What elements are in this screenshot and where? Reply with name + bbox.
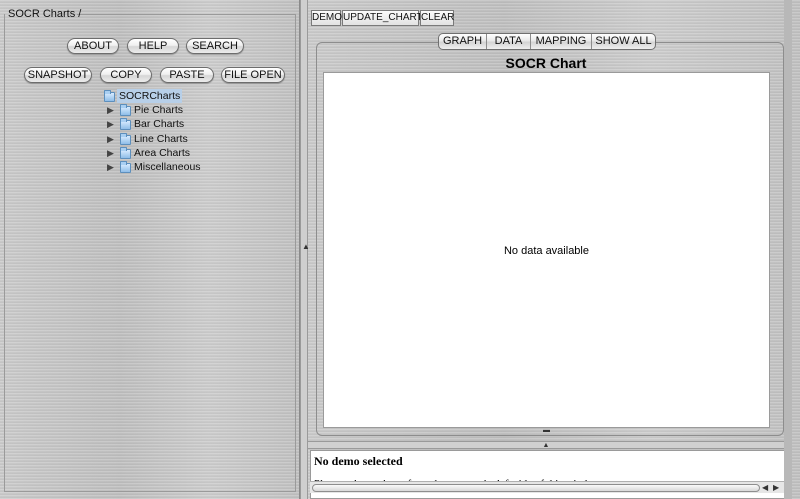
folder-icon: [120, 118, 131, 130]
copy-button[interactable]: COPY: [100, 67, 152, 83]
tree-root-label[interactable]: SOCRCharts: [117, 89, 183, 103]
tree-item-line-charts[interactable]: ▶ Line Charts: [107, 132, 217, 146]
tree-item-label[interactable]: Area Charts: [134, 146, 190, 160]
horizontal-splitter[interactable]: ▲: [308, 441, 784, 449]
left-panel-title: SOCR Charts /: [8, 8, 82, 20]
folder-icon: [104, 90, 115, 102]
left-panel: SOCR Charts / ABOUT HELP SEARCH SNAPSHOT…: [0, 0, 300, 499]
tree-item-miscellaneous[interactable]: ▶ Miscellaneous: [107, 160, 217, 174]
triangle-right-icon[interactable]: ▶: [107, 160, 114, 174]
tree-item-bar-charts[interactable]: ▶ Bar Charts: [107, 117, 217, 131]
tab-data[interactable]: DATA: [487, 34, 531, 49]
info-title: No demo selected: [314, 454, 403, 468]
empty-chart-message: No data available: [503, 245, 589, 257]
snapshot-button[interactable]: SNAPSHOT: [24, 67, 92, 83]
folder-icon: [120, 161, 131, 173]
right-edge-bar: [784, 0, 792, 499]
triangle-right-icon[interactable]: ▶: [107, 146, 114, 160]
demo-button[interactable]: DEMO: [311, 10, 342, 26]
vertical-splitter[interactable]: ▲: [300, 0, 310, 499]
scroll-right-icon[interactable]: ▶: [773, 483, 779, 492]
tree-item-pie-charts[interactable]: ▶ Pie Charts: [107, 103, 217, 117]
search-button[interactable]: SEARCH: [186, 38, 244, 54]
folder-icon: [120, 133, 131, 145]
horizontal-scrollbar[interactable]: ◀ ▶: [310, 481, 786, 493]
tree-item-area-charts[interactable]: ▶ Area Charts: [107, 146, 217, 160]
update-chart-button[interactable]: UPDATE_CHART: [342, 10, 423, 26]
chart-title: SOCR Chart: [505, 55, 587, 71]
tree-item-label[interactable]: Pie Charts: [134, 103, 183, 117]
scroll-left-icon[interactable]: ◀: [762, 483, 768, 492]
tab-show-all[interactable]: SHOW ALL: [592, 34, 655, 49]
tab-mapping[interactable]: MAPPING: [531, 34, 592, 49]
caret-up-icon[interactable]: ▲: [543, 442, 550, 449]
file-open-button[interactable]: FILE OPEN: [221, 67, 285, 83]
tree-item-label[interactable]: Line Charts: [134, 132, 188, 146]
help-button[interactable]: HELP: [127, 38, 179, 54]
chart-canvas[interactable]: No data available: [323, 72, 770, 428]
clear-button[interactable]: CLEAR: [420, 10, 454, 26]
tree-root[interactable]: SOCRCharts: [104, 89, 204, 103]
paste-button[interactable]: PASTE: [160, 67, 214, 83]
left-group-box: [4, 14, 296, 492]
tree-item-label[interactable]: Bar Charts: [134, 117, 184, 131]
inner-splitter[interactable]: ▬: [323, 427, 770, 434]
caret-up-icon[interactable]: ▬: [543, 427, 550, 434]
right-panel: DEMO UPDATE_CHART CLEAR GRAPH DATA MAPPI…: [308, 0, 800, 499]
scrollbar-thumb[interactable]: [312, 484, 760, 492]
folder-icon: [120, 147, 131, 159]
triangle-right-icon[interactable]: ▶: [107, 132, 114, 146]
about-button[interactable]: ABOUT: [67, 38, 119, 54]
tab-graph[interactable]: GRAPH: [439, 34, 487, 49]
view-tabs: GRAPH DATA MAPPING SHOW ALL: [438, 33, 656, 50]
folder-icon: [120, 104, 131, 116]
tree-item-label[interactable]: Miscellaneous: [134, 160, 201, 174]
triangle-right-icon[interactable]: ▶: [107, 117, 114, 131]
triangle-right-icon[interactable]: ▶: [107, 103, 114, 117]
